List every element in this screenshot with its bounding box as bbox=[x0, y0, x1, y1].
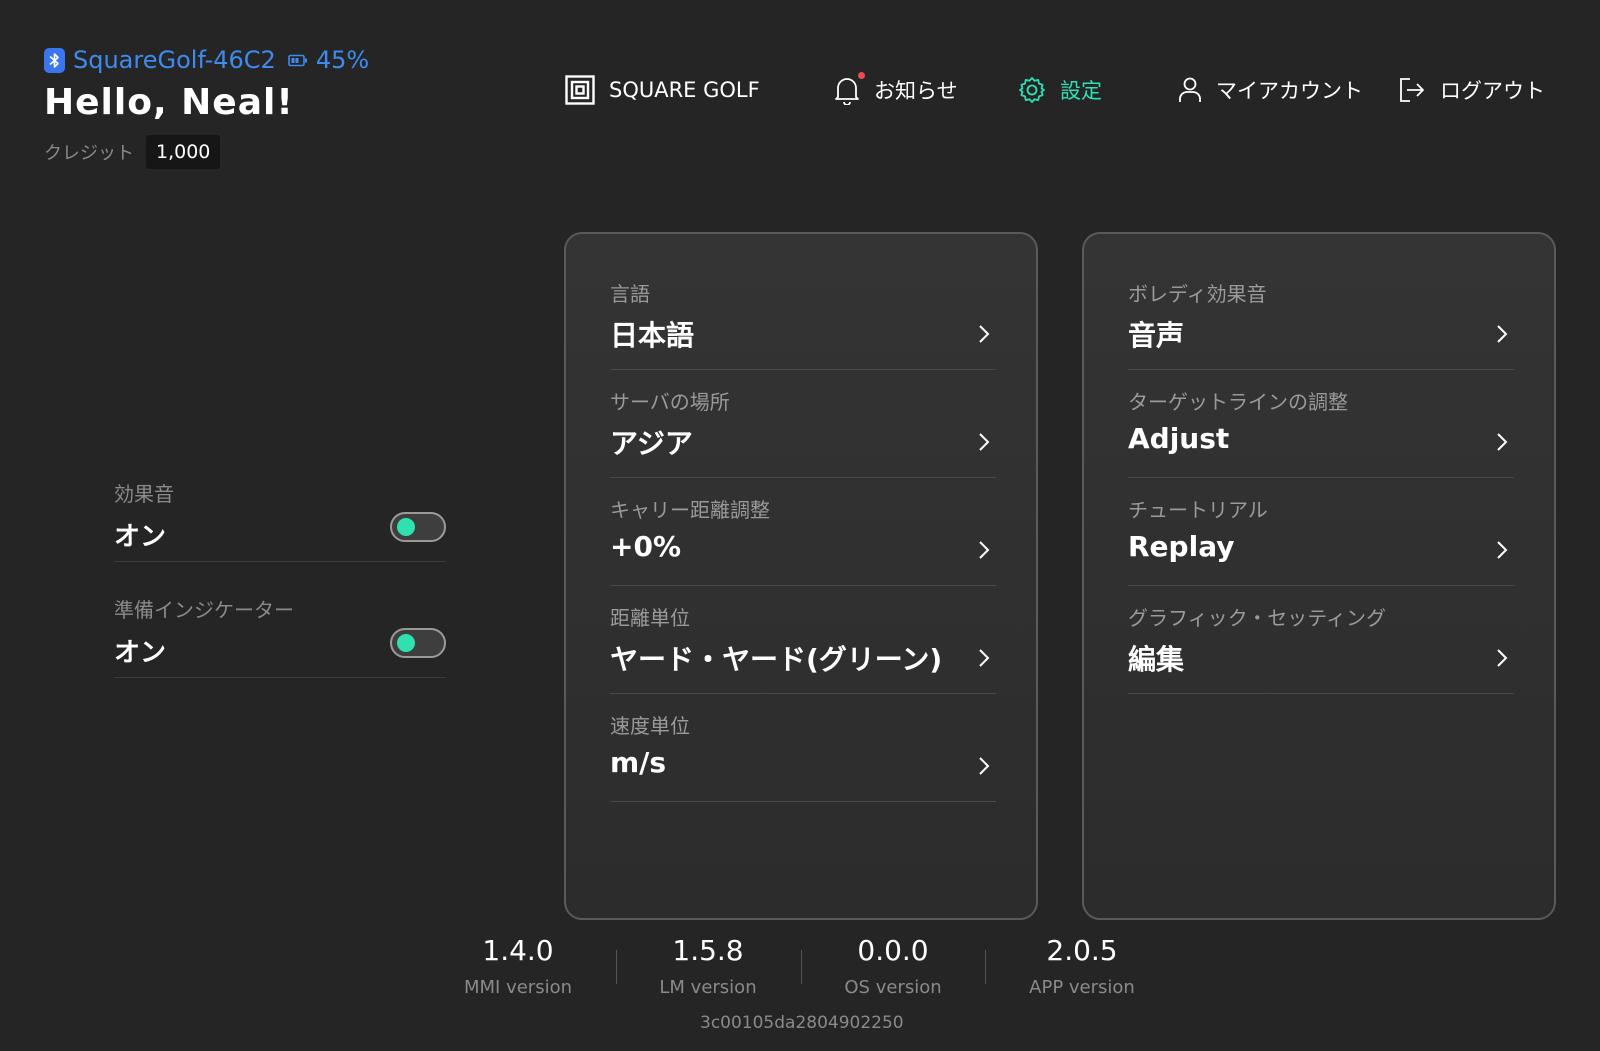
setting-value: +0% bbox=[610, 530, 681, 563]
setting-language[interactable]: 言語 日本語 bbox=[610, 278, 996, 370]
nav-notifications-label: お知らせ bbox=[874, 79, 958, 103]
setting-label: 距離単位 bbox=[610, 606, 690, 630]
setting-label: ボレディ効果音 bbox=[1128, 282, 1267, 306]
toggle-row-sound-effects: 効果音 オン bbox=[114, 478, 446, 562]
bell-icon bbox=[834, 72, 865, 105]
setting-graphics[interactable]: グラフィック・セッティング 編集 bbox=[1128, 602, 1514, 694]
setting-label: ターゲットラインの調整 bbox=[1128, 390, 1348, 414]
setting-label: チュートリアル bbox=[1128, 498, 1268, 522]
setting-volley-sound[interactable]: ボレディ効果音 音声 bbox=[1128, 278, 1514, 370]
setting-label: 言語 bbox=[610, 282, 650, 306]
nav-settings-label: 設定 bbox=[1060, 79, 1102, 103]
nav-settings[interactable]: 設定 bbox=[1018, 72, 1102, 108]
chevron-right-icon bbox=[1496, 540, 1508, 560]
setting-value: ヤード・ヤード(グリーン) bbox=[610, 643, 943, 676]
settings-page: SquareGolf-46C2 45% Hello, Neal! クレジット 1… bbox=[0, 0, 1600, 1051]
version-number: 1.4.0 bbox=[482, 934, 554, 967]
version-divider bbox=[985, 950, 986, 984]
top-nav: SQUARE GOLF お知らせ 設定 マイアカウント ログアウト bbox=[0, 72, 1600, 108]
setting-value: Adjust bbox=[1128, 422, 1230, 455]
chevron-right-icon bbox=[978, 324, 990, 344]
setting-label: グラフィック・セッティング bbox=[1128, 606, 1386, 630]
chevron-right-icon bbox=[1496, 648, 1508, 668]
chevron-right-icon bbox=[978, 756, 990, 776]
setting-label: キャリー距離調整 bbox=[610, 498, 770, 522]
chevron-right-icon bbox=[1496, 432, 1508, 452]
logout-icon bbox=[1398, 76, 1426, 104]
setting-target-line[interactable]: ターゲットラインの調整 Adjust bbox=[1128, 386, 1514, 478]
chevron-right-icon bbox=[978, 648, 990, 668]
nav-my-account-label: マイアカウント bbox=[1216, 79, 1363, 103]
nav-my-account[interactable]: マイアカウント bbox=[1178, 72, 1363, 108]
setting-label: サーバの場所 bbox=[610, 390, 730, 414]
setting-tutorial[interactable]: チュートリアル Replay bbox=[1128, 494, 1514, 586]
gear-icon bbox=[1018, 76, 1046, 104]
ready-indicator-switch[interactable] bbox=[390, 628, 446, 658]
version-number: 0.0.0 bbox=[857, 934, 929, 967]
setting-carry-distance[interactable]: キャリー距離調整 +0% bbox=[610, 494, 996, 586]
nav-notifications[interactable]: お知らせ bbox=[834, 72, 958, 108]
version-mmi: 1.4.0 MMI version bbox=[423, 934, 613, 998]
nav-brand-label: SQUARE GOLF bbox=[609, 78, 760, 102]
credit-value: 1,000 bbox=[146, 135, 221, 169]
version-app: 2.0.5 APP version bbox=[987, 934, 1177, 998]
device-name: SquareGolf-46C2 bbox=[73, 46, 276, 74]
settings-panel-extra: ボレディ効果音 音声 ターゲットラインの調整 Adjust チュートリアル Re… bbox=[1082, 232, 1556, 920]
device-status[interactable]: SquareGolf-46C2 45% bbox=[44, 46, 369, 74]
version-caption: APP version bbox=[1029, 977, 1135, 998]
setting-value: 音声 bbox=[1128, 319, 1185, 352]
toggle-value: オン bbox=[114, 522, 167, 552]
setting-value: アジア bbox=[610, 427, 693, 460]
version-caption: MMI version bbox=[463, 977, 573, 998]
chevron-right-icon bbox=[1496, 324, 1508, 344]
version-os: 0.0.0 OS version bbox=[798, 934, 988, 998]
toggle-row-ready-indicator: 準備インジケーター オン bbox=[114, 594, 446, 678]
chevron-right-icon bbox=[978, 432, 990, 452]
setting-value: Replay bbox=[1128, 530, 1235, 563]
build-hash: 3c00105da2804902250 bbox=[700, 1013, 904, 1033]
bluetooth-icon bbox=[44, 47, 65, 73]
setting-value: 日本語 bbox=[610, 319, 695, 352]
setting-value: m/s bbox=[610, 746, 667, 779]
notification-dot bbox=[858, 72, 865, 79]
version-number: 1.5.8 bbox=[672, 934, 744, 967]
nav-logout-label: ログアウト bbox=[1440, 79, 1545, 103]
setting-speed-unit[interactable]: 速度単位 m/s bbox=[610, 710, 996, 802]
switch-knob bbox=[397, 634, 415, 652]
setting-server-location[interactable]: サーバの場所 アジア bbox=[610, 386, 996, 478]
switch-knob bbox=[397, 518, 415, 536]
version-number: 2.0.5 bbox=[1046, 934, 1118, 967]
nav-brand[interactable]: SQUARE GOLF bbox=[565, 72, 760, 108]
battery-icon bbox=[288, 54, 308, 67]
nav-logout[interactable]: ログアウト bbox=[1398, 72, 1545, 108]
sound-effects-switch[interactable] bbox=[390, 512, 446, 542]
toggle-label: 準備インジケーター bbox=[114, 598, 294, 622]
version-caption: LM version bbox=[659, 977, 757, 998]
settings-panel-general: 言語 日本語 サーバの場所 アジア キャリー距離調整 +0% 距離単位 ヤード・… bbox=[564, 232, 1038, 920]
battery-percent: 45% bbox=[315, 46, 370, 74]
toggle-value: オン bbox=[114, 638, 167, 668]
setting-label: 速度単位 bbox=[610, 714, 690, 738]
setting-value: 編集 bbox=[1128, 643, 1185, 676]
setting-distance-unit[interactable]: 距離単位 ヤード・ヤード(グリーン) bbox=[610, 602, 996, 694]
square-golf-logo-icon bbox=[565, 75, 595, 105]
person-icon bbox=[1178, 76, 1202, 104]
credit-label: クレジット bbox=[44, 143, 134, 164]
version-lm: 1.5.8 LM version bbox=[613, 934, 803, 998]
toggle-label: 効果音 bbox=[114, 482, 174, 506]
version-caption: OS version bbox=[844, 977, 942, 998]
credit-display: クレジット 1,000 bbox=[44, 135, 221, 169]
chevron-right-icon bbox=[978, 540, 990, 560]
